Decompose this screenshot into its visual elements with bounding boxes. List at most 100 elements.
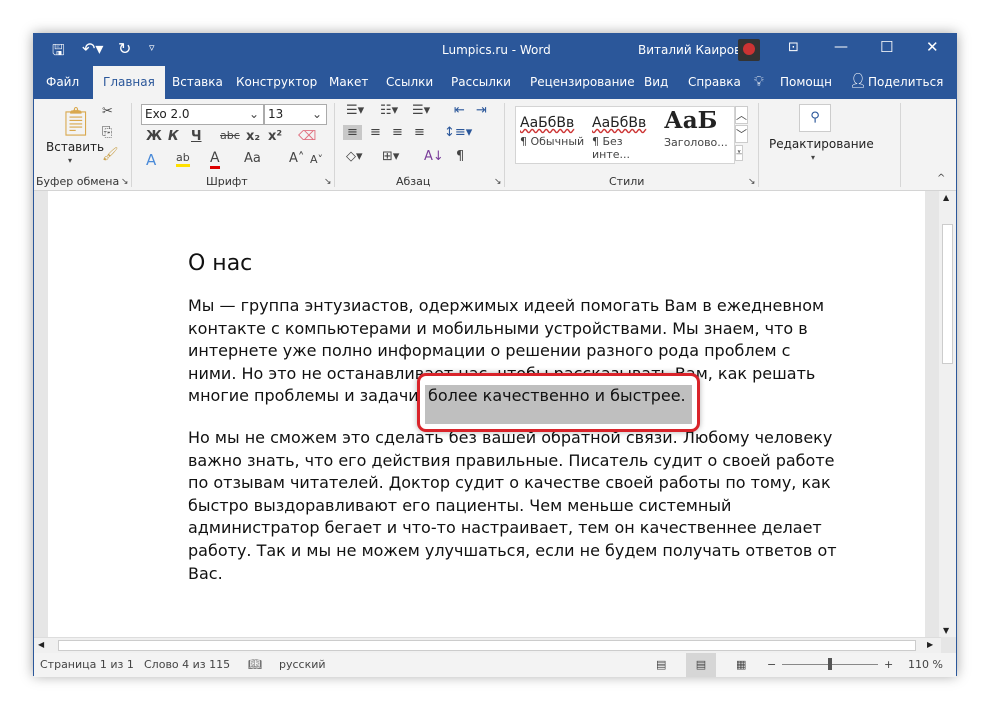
borders-icon[interactable]: ⊞▾: [382, 149, 399, 164]
zoom-slider[interactable]: [782, 658, 878, 670]
bold-button[interactable]: Ж: [146, 129, 162, 144]
dialog-launcher-icon[interactable]: ↘: [494, 177, 502, 187]
tab-home[interactable]: Главная: [93, 66, 165, 99]
chevron-down-icon[interactable]: ⌄: [312, 105, 322, 124]
horizontal-scrollbar[interactable]: ◀ ▶: [34, 637, 941, 653]
scroll-thumb[interactable]: [58, 640, 916, 651]
subscript-button[interactable]: x₂: [246, 129, 260, 144]
minimize-button[interactable]: —: [834, 39, 848, 55]
ribbon-display-icon[interactable]: ⊡: [788, 40, 799, 55]
tab-review[interactable]: Рецензирование: [528, 66, 637, 99]
grow-font-icon[interactable]: A˄: [289, 151, 304, 166]
editing-dropdown-icon[interactable]: ▾: [811, 153, 815, 162]
highlight-color-icon[interactable]: ab: [176, 151, 190, 167]
dialog-launcher-icon[interactable]: ↘: [121, 177, 129, 187]
shading-icon[interactable]: ◇▾: [346, 149, 363, 164]
tab-design[interactable]: Конструктор: [234, 66, 319, 99]
tab-layout[interactable]: Макет: [327, 66, 370, 99]
chevron-down-icon[interactable]: ⌄: [249, 105, 259, 124]
paste-button[interactable]: Вставить: [46, 140, 104, 154]
font-color-icon[interactable]: A: [210, 150, 220, 169]
show-formatting-icon[interactable]: ¶: [456, 149, 464, 164]
increase-indent-icon[interactable]: ⇥: [476, 103, 487, 118]
search-icon[interactable]: ⚲: [799, 104, 831, 132]
clear-formatting-icon[interactable]: ⌫: [298, 129, 316, 144]
format-painter-icon[interactable]: 🖌︎: [102, 147, 119, 162]
web-layout-icon[interactable]: ▦: [736, 653, 746, 677]
multilevel-list-icon[interactable]: ☰▾: [412, 103, 430, 118]
tab-mailings[interactable]: Рассылки: [449, 66, 513, 99]
change-case-button[interactable]: Aa: [244, 151, 261, 166]
tab-references[interactable]: Ссылки: [384, 66, 435, 99]
styles-scroll-down[interactable]: ﹀: [735, 125, 748, 143]
vertical-scrollbar[interactable]: ▲ ▼: [939, 191, 956, 637]
redo-icon[interactable]: ↻: [118, 39, 131, 58]
style-name: Заголово...: [664, 136, 728, 149]
bullets-icon[interactable]: ☰▾: [346, 103, 364, 118]
user-name[interactable]: Виталий Каиров: [638, 43, 741, 57]
justify-icon[interactable]: ≡: [414, 125, 425, 140]
scroll-down-icon[interactable]: ▼: [943, 626, 949, 635]
style-no-spacing[interactable]: АаБбВв ¶ Без инте...: [592, 115, 664, 161]
editing-button[interactable]: Редактирование: [769, 137, 874, 151]
styles-more[interactable]: ⩡: [735, 145, 744, 161]
read-mode-icon[interactable]: ▤: [656, 653, 666, 677]
zoom-level[interactable]: 110 %: [908, 653, 943, 677]
cut-icon[interactable]: ✂: [102, 104, 113, 119]
scroll-up-icon[interactable]: ▲: [943, 193, 949, 202]
copy-icon[interactable]: ⎘: [102, 125, 112, 140]
print-layout-icon[interactable]: ▤: [686, 653, 716, 677]
style-name: ¶ Без инте...: [592, 135, 631, 161]
font-size-combo[interactable]: 13 ⌄: [264, 104, 327, 125]
tell-me-button[interactable]: Помощн: [778, 66, 834, 99]
superscript-button[interactable]: x²: [268, 129, 282, 144]
dialog-launcher-icon[interactable]: ↘: [748, 177, 756, 187]
tab-insert[interactable]: Вставка: [170, 66, 225, 99]
text-effects-icon[interactable]: A: [146, 151, 156, 169]
close-button[interactable]: ✕: [926, 38, 939, 56]
tab-help[interactable]: Справка: [686, 66, 743, 99]
page-count[interactable]: Страница 1 из 1: [40, 653, 134, 677]
line-spacing-icon[interactable]: ↕≡▾: [444, 125, 472, 140]
shrink-font-icon[interactable]: A˅: [310, 153, 323, 166]
numbering-icon[interactable]: ☷▾: [380, 103, 398, 118]
save-icon[interactable]: 🖫: [52, 40, 65, 65]
avatar[interactable]: [738, 39, 760, 61]
paste-icon[interactable]: 📋︎: [58, 105, 94, 138]
maximize-button[interactable]: ☐: [880, 38, 893, 56]
collapse-ribbon-icon[interactable]: ^: [937, 173, 945, 184]
style-normal[interactable]: АаБбВв ¶ Обычный: [520, 115, 590, 148]
style-sample: АаБ: [664, 107, 718, 134]
underline-button[interactable]: Ч: [191, 129, 202, 144]
zoom-slider-thumb[interactable]: [828, 658, 832, 670]
language[interactable]: русский: [279, 653, 326, 677]
word-count[interactable]: Слово 4 из 115: [144, 653, 230, 677]
align-left-icon[interactable]: ≡: [343, 125, 362, 140]
style-heading[interactable]: АаБ Заголово...: [664, 107, 736, 149]
tab-file[interactable]: Файл: [44, 66, 81, 99]
scroll-thumb[interactable]: [942, 224, 953, 364]
ribbon-tabs: Файл Главная Вставка Конструктор Макет С…: [34, 66, 956, 99]
style-sample: АаБбВв: [592, 115, 647, 131]
tab-view[interactable]: Вид: [642, 66, 670, 99]
share-button[interactable]: Поделиться: [866, 66, 945, 99]
italic-button[interactable]: К: [168, 129, 179, 144]
decrease-indent-icon[interactable]: ⇤: [454, 103, 465, 118]
sort-icon[interactable]: A↓: [424, 149, 444, 164]
zoom-out-button[interactable]: −: [767, 653, 776, 677]
scroll-left-icon[interactable]: ◀: [38, 640, 44, 649]
paste-dropdown-icon[interactable]: ▾: [68, 156, 72, 165]
undo-icon[interactable]: ↶▾: [82, 39, 103, 58]
strikethrough-button[interactable]: abc: [220, 129, 240, 142]
customize-qat-icon[interactable]: ▿: [149, 41, 155, 54]
text-line: Вас.: [188, 563, 223, 583]
align-right-icon[interactable]: ≡: [392, 125, 403, 140]
proofing-icon[interactable]: 📖︎: [248, 653, 262, 677]
text-line: Мы — группа энтузиастов, одержимых идеей…: [188, 296, 825, 315]
styles-scroll-up[interactable]: ︿: [735, 106, 748, 124]
font-name-combo[interactable]: Exo 2.0 ⌄: [141, 104, 264, 125]
zoom-in-button[interactable]: +: [884, 653, 893, 677]
scroll-right-icon[interactable]: ▶: [927, 640, 933, 649]
dialog-launcher-icon[interactable]: ↘: [324, 177, 332, 187]
align-center-icon[interactable]: ≡: [370, 125, 381, 140]
